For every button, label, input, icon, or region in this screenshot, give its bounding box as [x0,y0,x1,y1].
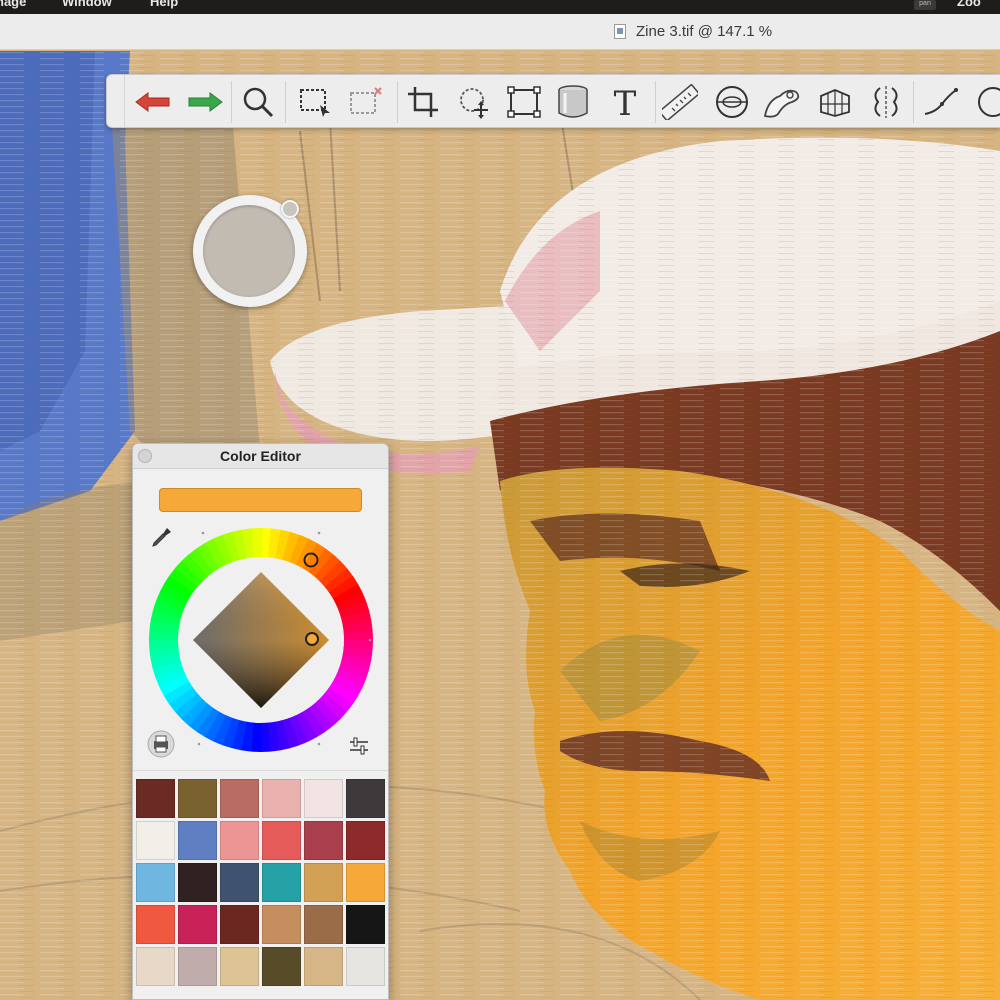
color-editor-title[interactable]: Color Editor [133,444,388,469]
ellipse-guide-icon [716,86,748,118]
undo-button[interactable] [131,80,175,124]
color-swatch[interactable] [304,779,343,818]
french-curve-button[interactable] [760,80,804,124]
sliders-icon[interactable] [347,734,371,758]
color-editor-panel: Color Editor [132,443,389,1000]
document-title: Zine 3.tif @ 147.1 % [636,23,773,40]
document-icon [614,24,626,39]
color-swatch[interactable] [262,779,301,818]
color-swatch[interactable] [220,863,259,902]
text-tool-icon: T [614,85,637,119]
shade-handle [305,632,319,646]
text-tool-button[interactable]: T [603,80,647,124]
french-curve-icon [763,89,800,118]
ellipse-guide-button[interactable] [710,80,754,124]
color-swatch[interactable] [178,821,217,860]
perspective-guide-icon [820,89,850,117]
clear-selection-button[interactable] [344,80,388,124]
color-swatch[interactable] [220,821,259,860]
eyedropper-icon[interactable] [149,526,173,550]
color-swatch[interactable] [220,905,259,944]
crop-icon [408,87,438,117]
fill-bucket-button[interactable] [551,80,595,124]
color-swatch[interactable] [136,779,175,818]
rect-select-button[interactable] [294,80,338,124]
transform-button[interactable] [502,80,546,124]
stroke-icon [924,88,958,115]
color-swatch[interactable] [136,863,175,902]
zoom-button[interactable] [236,80,280,124]
stroke-button[interactable] [919,80,963,124]
fill-bucket-icon [558,85,588,118]
color-swatch[interactable] [304,821,343,860]
puck-handle[interactable] [281,200,299,218]
color-swatch[interactable] [346,947,385,986]
close-button[interactable] [138,449,152,463]
redo-icon [188,92,223,112]
toolbar-grip[interactable] [107,75,125,127]
color-swatch[interactable] [304,905,343,944]
printer-icon[interactable] [147,730,175,758]
clear-selection-icon [350,87,382,114]
lasso-transform-icon [460,88,488,119]
color-swatch[interactable] [262,947,301,986]
menu-window[interactable]: Window [62,0,112,9]
symmetry-button[interactable] [864,80,908,124]
rect-select-icon [300,89,330,117]
color-swatch[interactable] [262,905,301,944]
menu-help[interactable]: Help [150,0,178,9]
undo-icon [135,92,170,112]
swatch-grid [136,779,386,986]
pan-badge: pan [914,0,936,10]
color-swatch[interactable] [304,863,343,902]
menu-right-text: Zoo [957,0,981,9]
shape-button[interactable] [967,80,1000,124]
shape-icon [978,87,1000,117]
current-color-bar[interactable] [159,488,362,512]
menu-bar: nage Window Help pan Zoo [0,0,1000,14]
symmetry-icon [874,86,898,118]
menu-image[interactable]: nage [0,0,26,9]
color-swatch[interactable] [178,779,217,818]
transform-icon [507,86,541,118]
redo-button[interactable] [183,80,227,124]
color-swatch[interactable] [136,947,175,986]
ruler-button[interactable] [658,80,702,124]
color-wheel[interactable] [147,526,375,754]
color-swatch[interactable] [220,947,259,986]
text-tool-label: T [614,85,637,119]
color-swatch[interactable] [346,821,385,860]
window-title-bar: Zine 3.tif @ 147.1 % [0,14,1000,50]
color-swatch[interactable] [136,905,175,944]
perspective-guide-button[interactable] [813,80,857,124]
color-swatch[interactable] [178,905,217,944]
zoom-icon [243,87,274,118]
crop-button[interactable] [401,80,445,124]
ruler-icon [662,84,698,120]
color-swatch[interactable] [220,779,259,818]
color-swatch[interactable] [178,947,217,986]
color-swatch[interactable] [136,821,175,860]
color-swatch[interactable] [346,863,385,902]
color-swatch[interactable] [262,863,301,902]
lasso-transform-button[interactable] [453,80,497,124]
main-toolbar: T [106,74,1000,128]
color-swatch[interactable] [178,863,217,902]
color-puck[interactable] [193,195,307,307]
color-swatch[interactable] [262,821,301,860]
color-swatch[interactable] [304,947,343,986]
puck-color-swatch[interactable] [203,205,295,297]
color-swatch[interactable] [346,779,385,818]
color-swatch[interactable] [346,905,385,944]
